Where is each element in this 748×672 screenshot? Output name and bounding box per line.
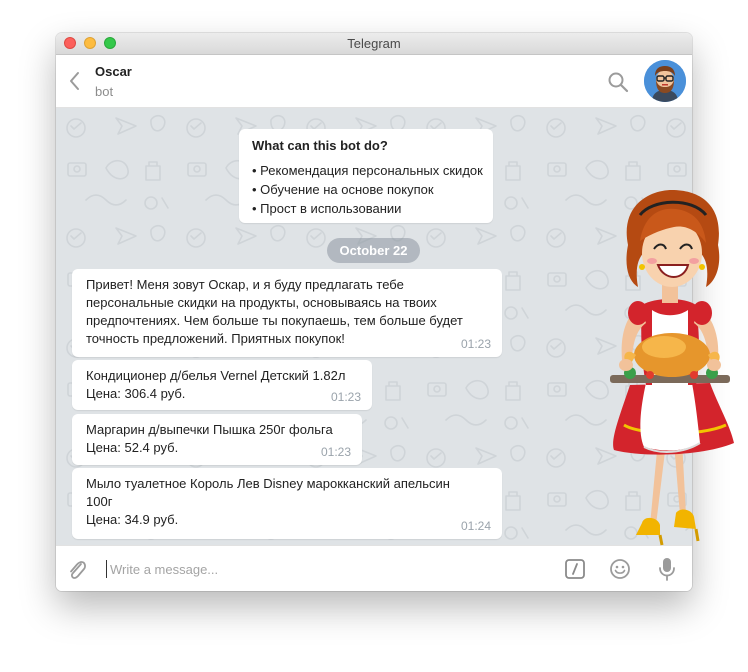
chat-name[interactable]: Oscar bbox=[95, 64, 132, 79]
message-input[interactable] bbox=[108, 555, 552, 583]
search-icon[interactable] bbox=[607, 71, 629, 93]
bot-info-item: Прост в использовании bbox=[252, 199, 493, 218]
message-text: Привет! Меня зовут Оскар, и я буду предл… bbox=[86, 277, 463, 346]
microphone-icon[interactable] bbox=[656, 556, 678, 582]
bot-info-item: Обучение на основе покупок bbox=[252, 180, 493, 199]
emoji-icon[interactable] bbox=[609, 558, 631, 580]
message-bubble[interactable]: Маргарин д/выпечки Пышка 250г фольга Цен… bbox=[72, 414, 362, 465]
bearded-man-avatar-icon bbox=[644, 60, 686, 102]
bot-info-card: What can this bot do? Рекомендация персо… bbox=[239, 129, 493, 223]
message-composer bbox=[56, 545, 692, 591]
slash-commands-icon[interactable] bbox=[564, 558, 586, 580]
date-separator: October 22 bbox=[327, 238, 420, 263]
message-time: 01:23 bbox=[330, 390, 361, 404]
window-title: Telegram bbox=[347, 36, 401, 51]
message-text: Мыло туалетное Король Лев Disney марокка… bbox=[86, 476, 450, 527]
bot-avatar[interactable] bbox=[644, 60, 686, 102]
title-bar: Telegram bbox=[56, 33, 692, 55]
text-cursor bbox=[106, 560, 107, 578]
paperclip-icon[interactable] bbox=[66, 558, 88, 582]
message-text: Маргарин д/выпечки Пышка 250г фольга Цен… bbox=[86, 422, 333, 455]
chat-header: Oscar bot bbox=[56, 55, 692, 108]
message-time: 01:23 bbox=[320, 445, 351, 459]
message-time: 01:23 bbox=[460, 337, 491, 351]
chat-status: bot bbox=[95, 84, 114, 99]
message-bubble[interactable]: Мыло туалетное Король Лев Disney марокка… bbox=[72, 468, 502, 539]
bot-info-item: Рекомендация персональных скидок bbox=[252, 161, 493, 180]
message-time: 01:24 bbox=[460, 519, 491, 533]
telegram-window: Telegram Oscar bot What can this bot do?… bbox=[56, 33, 692, 591]
message-bubble[interactable]: Кондиционер д/белья Vernel Детский 1.82л… bbox=[72, 360, 372, 410]
chevron-left-icon[interactable] bbox=[66, 69, 84, 93]
bot-info-title: What can this bot do? bbox=[252, 138, 388, 153]
message-bubble[interactable]: Привет! Меня зовут Оскар, и я буду предл… bbox=[72, 269, 502, 357]
chat-history[interactable]: What can this bot do? Рекомендация персо… bbox=[56, 108, 692, 545]
housewife-mascot-illustration bbox=[610, 190, 734, 546]
message-text: Кондиционер д/белья Vernel Детский 1.82л… bbox=[86, 368, 346, 401]
